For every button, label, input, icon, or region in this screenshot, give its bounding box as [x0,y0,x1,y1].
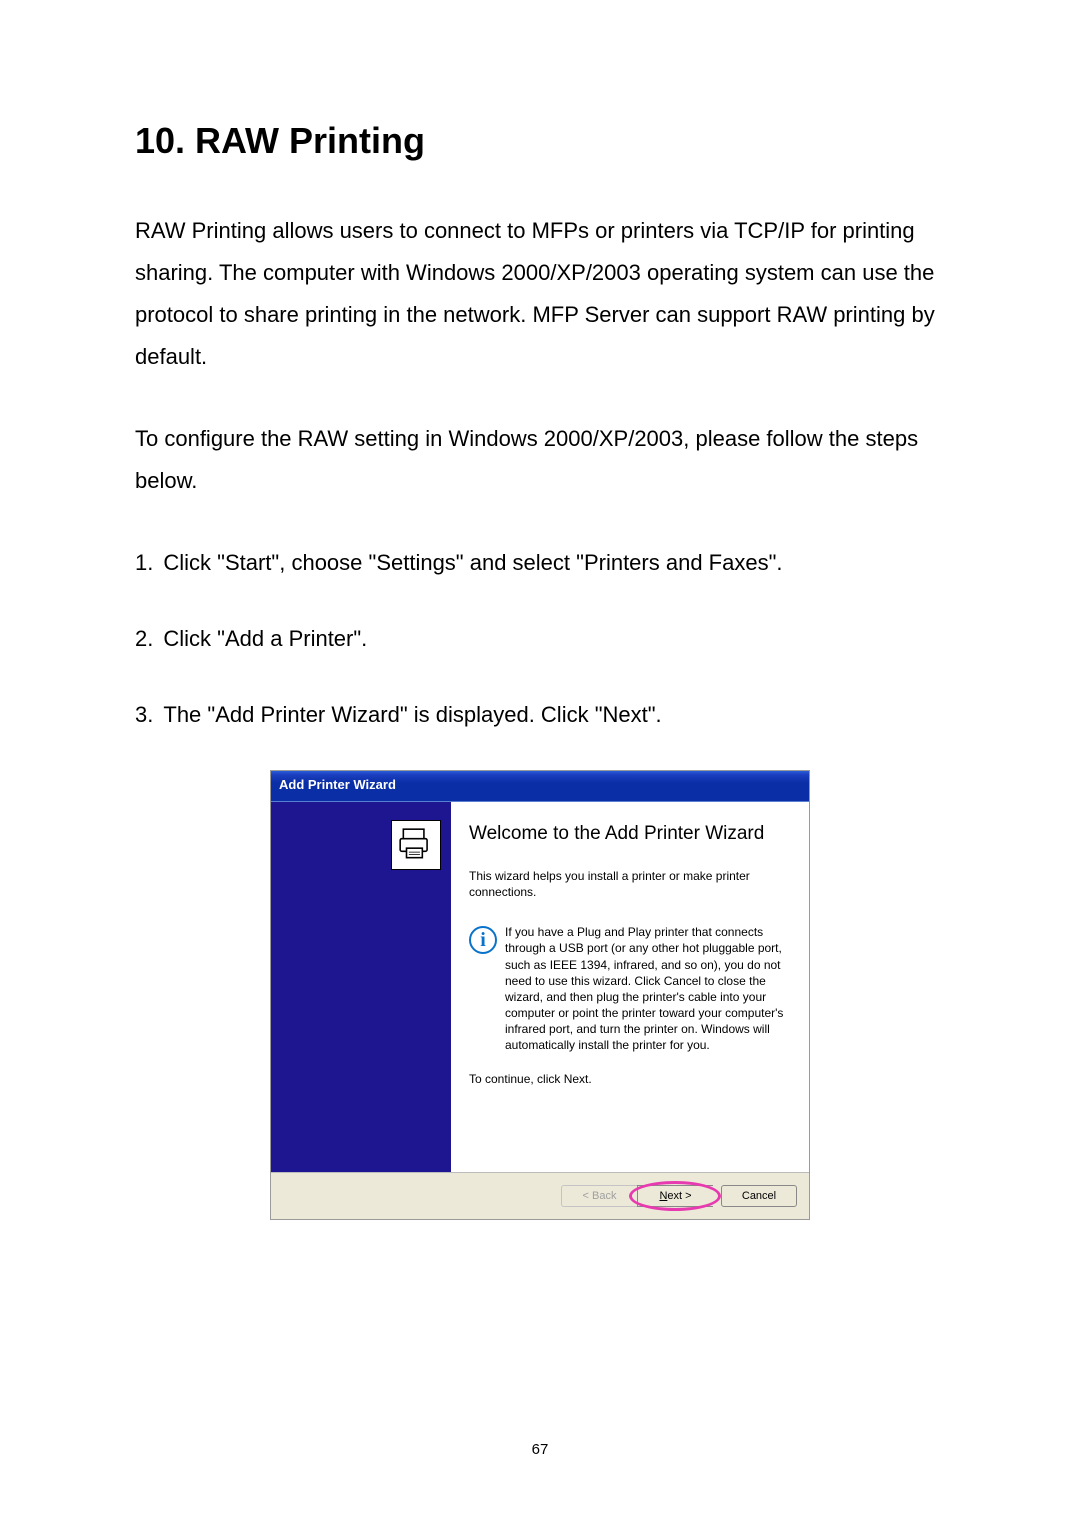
paragraph-instruction: To configure the RAW setting in Windows … [135,418,945,502]
section-heading: 10. RAW Printing [135,120,945,162]
step-text: Click "Add a Printer". [163,626,367,651]
step-item: 1 Click "Start", choose "Settings" and se… [135,542,945,584]
step-text: Click "Start", choose "Settings" and sel… [163,550,782,575]
step-number: 2 [135,626,153,651]
info-icon: i [469,926,497,954]
paragraph-intro: RAW Printing allows users to connect to … [135,210,945,378]
wizard-body: Welcome to the Add Printer Wizard This w… [271,801,809,1172]
wizard-info-text: If you have a Plug and Play printer that… [505,924,795,1054]
back-button: < Back [561,1185,637,1207]
wizard-sidebar [271,802,451,1172]
cancel-button[interactable]: Cancel [721,1185,797,1207]
add-printer-wizard-dialog: Add Printer Wizard Welcome to the Add Pr… [270,770,810,1220]
printer-icon [391,820,441,870]
wizard-heading: Welcome to the Add Printer Wizard [469,822,795,846]
wizard-titlebar: Add Printer Wizard [271,771,809,801]
wizard-main: Welcome to the Add Printer Wizard This w… [451,802,809,1172]
wizard-footer: < Back Next > Cancel [271,1172,809,1219]
wizard-continue-text: To continue, click Next. [469,1072,795,1086]
step-item: 3 The "Add Printer Wizard" is displayed. … [135,694,945,736]
steps-list: 1 Click "Start", choose "Settings" and se… [135,542,945,736]
step-item: 2 Click "Add a Printer". [135,618,945,660]
wizard-description: This wizard helps you install a printer … [469,868,795,900]
wizard-title: Add Printer Wizard [279,777,396,792]
step-number: 3 [135,702,153,727]
step-number: 1 [135,550,153,575]
page-number: 67 [0,1441,1080,1458]
step-text: The "Add Printer Wizard" is displayed. C… [163,702,661,727]
next-button[interactable]: Next > [637,1185,713,1207]
wizard-info-row: i If you have a Plug and Play printer th… [469,924,795,1054]
